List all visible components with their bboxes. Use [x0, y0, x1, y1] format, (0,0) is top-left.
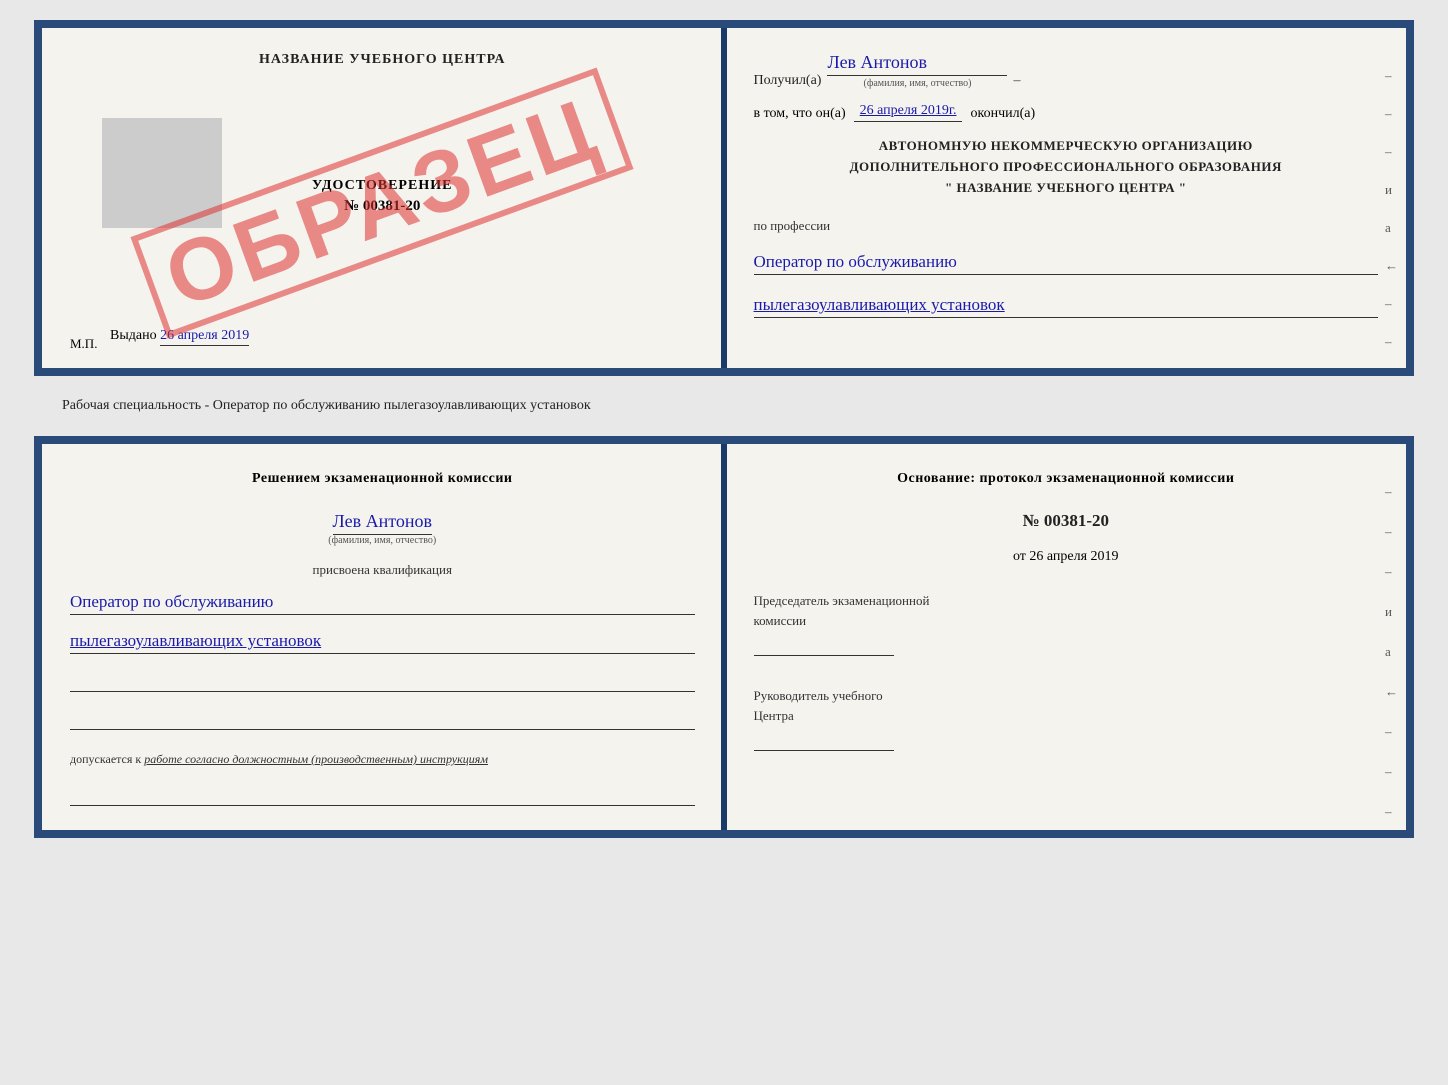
udostoverenie-number: № 00381-20 — [312, 198, 452, 215]
centra-label: Центра — [754, 706, 1379, 726]
bottom-right-panel: Основание: протокол экзаменационной коми… — [726, 444, 1407, 830]
side-dashes: – – – и а ← – – – — [1385, 68, 1398, 376]
empty-line-1 — [70, 674, 695, 692]
vtom-label: в том, что он(а) — [754, 106, 846, 122]
predsedatel-block: Председатель экзаменационной комиссии — [754, 591, 1379, 656]
bottom-fio-name: Лев Антонов — [333, 511, 432, 535]
ot-date-line: от 26 апреля 2019 — [754, 549, 1379, 565]
bottom-left-panel: Решением экзаменационной комиссии Лев Ан… — [42, 444, 726, 830]
org-line2: ДОПОЛНИТЕЛЬНОГО ПРОФЕССИОНАЛЬНОГО ОБРАЗО… — [754, 157, 1379, 178]
vydano-date: 26 апреля 2019 — [160, 328, 249, 346]
profession-line2: пылегазоулавливающих установок — [754, 295, 1379, 318]
dash-right: – — [1013, 73, 1020, 89]
udostoverenie-block: УДОСТОВЕРЕНИЕ № 00381-20 — [312, 178, 452, 215]
fio-sublabel: (фамилия, имя, отчество) — [827, 78, 1007, 89]
ot-label: от — [1013, 549, 1026, 564]
empty-line-3 — [70, 788, 695, 806]
school-name-top: НАЗВАНИЕ УЧЕБНОГО ЦЕНТРА — [259, 52, 505, 68]
protocol-number: № 00381-20 — [754, 511, 1379, 531]
rukovoditel-sign-line — [754, 731, 894, 751]
vydano-line: Выдано 26 апреля 2019 — [110, 328, 249, 344]
profession-line1: Оператор по обслуживанию — [754, 252, 1379, 275]
org-line1: АВТОНОМНУЮ НЕКОММЕРЧЕСКУЮ ОРГАНИЗАЦИЮ — [754, 136, 1379, 157]
vtom-line: в том, что он(а) 26 апреля 2019г. окончи… — [754, 103, 1379, 122]
okonchil-label: окончил(а) — [970, 106, 1035, 122]
recipient-name: Лев Антонов — [827, 52, 1007, 76]
top-left-panel: НАЗВАНИЕ УЧЕБНОГО ЦЕНТРА УДОСТОВЕРЕНИЕ №… — [42, 28, 726, 368]
dopuskaetsya-text: работе согласно должностным (производств… — [144, 752, 488, 766]
kvalif-line1: Оператор по обслуживанию — [70, 592, 695, 615]
bottom-document: Решением экзаменационной комиссии Лев Ан… — [34, 436, 1414, 838]
org-block: АВТОНОМНУЮ НЕКОММЕРЧЕСКУЮ ОРГАНИЗАЦИЮ ДО… — [754, 136, 1379, 198]
predsedatel-sign-line — [754, 636, 894, 656]
photo-placeholder — [102, 118, 222, 228]
mp-label: М.П. — [70, 336, 97, 352]
dopuskaetsya-label: допускается к — [70, 752, 141, 766]
bottom-side-dashes: – – – и а ← – – – — [1385, 484, 1398, 820]
middle-label: Рабочая специальность - Оператор по обсл… — [34, 392, 1414, 420]
kvalif-line2: пылегазоулавливающих установок — [70, 631, 695, 654]
ot-date-value: 26 апреля 2019 — [1029, 549, 1118, 564]
org-line3: " НАЗВАНИЕ УЧЕБНОГО ЦЕНТРА " — [754, 178, 1379, 199]
vtom-date: 26 апреля 2019г. — [854, 103, 963, 122]
bottom-fio-sublabel: (фамилия, имя, отчество) — [328, 535, 436, 546]
rukovoditel-title: Руководитель учебного — [754, 686, 1379, 706]
udostoverenie-title: УДОСТОВЕРЕНИЕ — [312, 178, 452, 194]
prisvoena-label: присвоена квалификация — [70, 562, 695, 578]
po-professii-label: по профессии — [754, 218, 1379, 234]
poluchil-line: Получил(а) Лев Антонов (фамилия, имя, от… — [754, 52, 1379, 89]
rukovoditel-block: Руководитель учебного Центра — [754, 686, 1379, 751]
empty-line-2 — [70, 712, 695, 730]
predsedatel-title: Председатель экзаменационной — [754, 591, 1379, 611]
top-document: НАЗВАНИЕ УЧЕБНОГО ЦЕНТРА УДОСТОВЕРЕНИЕ №… — [34, 20, 1414, 376]
dopuskaetsya-block: допускается к работе согласно должностны… — [70, 750, 695, 768]
reshen-title: Решением экзаменационной комиссии — [70, 468, 695, 489]
komissii-label: комиссии — [754, 611, 1379, 631]
top-right-panel: Получил(а) Лев Антонов (фамилия, имя, от… — [726, 28, 1407, 368]
osnovan-title: Основание: протокол экзаменационной коми… — [754, 468, 1379, 489]
poluchil-label: Получил(а) — [754, 73, 822, 89]
vydano-label: Выдано — [110, 328, 157, 343]
